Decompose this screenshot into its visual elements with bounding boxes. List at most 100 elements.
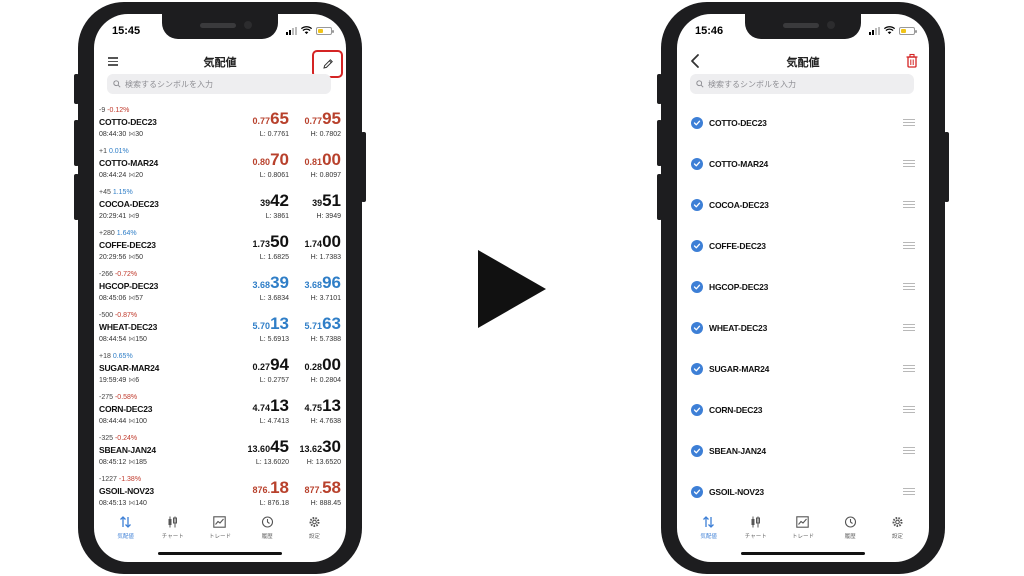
ask-price-small: 39 xyxy=(312,198,323,208)
bid-price-small: 1.73 xyxy=(252,239,271,249)
tab-label: 気配値 xyxy=(700,534,717,540)
edit-list-item[interactable]: COCOA-DEC23 xyxy=(677,185,929,226)
drag-handle-icon[interactable] xyxy=(903,201,915,209)
tab-gear[interactable]: 設定 xyxy=(877,513,917,562)
checkmark-icon[interactable] xyxy=(691,322,703,334)
symbol-name: WHEAT-DEC23 xyxy=(99,322,158,332)
tab-label: 履歴 xyxy=(844,534,856,540)
tab-label: チャート xyxy=(744,534,767,540)
checkmark-icon[interactable] xyxy=(691,199,703,211)
symbol-name: GSOIL-NOV23 xyxy=(99,486,154,496)
drag-handle-icon[interactable] xyxy=(903,447,915,455)
symbol-name: SBEAN-JAN24 xyxy=(99,445,156,455)
tab-quotes-arrows[interactable]: 気配値 xyxy=(106,513,146,562)
ask-price-small: 13.62 xyxy=(299,444,323,454)
edit-list-item[interactable]: GSOIL-NOV23 xyxy=(677,472,929,513)
search-input[interactable]: 検索するシンボルを入力 xyxy=(690,74,914,94)
quote-row[interactable]: +280 1.64% COFFE-DEC23 20:29:56 ⋈50 1.7350 1… xyxy=(94,228,346,269)
ask-price-small: 0.77 xyxy=(304,116,323,126)
tab-quotes-arrows[interactable]: 気配値 xyxy=(689,513,729,562)
drag-handle-icon[interactable] xyxy=(903,365,915,373)
drag-handle-icon[interactable] xyxy=(903,324,915,332)
tick-meta: 08:44:44 ⋈100 xyxy=(99,417,147,425)
checkmark-icon[interactable] xyxy=(691,240,703,252)
drag-handle-icon[interactable] xyxy=(903,119,915,127)
bid-price-small: 0.27 xyxy=(252,362,271,372)
quote-row[interactable]: +18 0.65% SUGAR-MAR24 19:59:49 ⋈6 0.2794 0.2… xyxy=(94,351,346,392)
checkmark-icon[interactable] xyxy=(691,445,703,457)
quote-row[interactable]: +1 0.01% COTTO-MAR24 08:44:24 ⋈20 0.8070 0.8… xyxy=(94,146,346,187)
bid-price: 3.6839 xyxy=(253,274,289,294)
tick-time: 20:29:41 xyxy=(99,213,127,220)
wifi-icon xyxy=(884,26,895,35)
checkmark-icon[interactable] xyxy=(691,486,703,498)
tick-time: 08:44:54 xyxy=(99,336,127,343)
drag-handle-icon[interactable] xyxy=(903,406,915,414)
bid-price: 0.2794 xyxy=(253,356,289,376)
drag-handle-icon[interactable] xyxy=(903,242,915,250)
screen-right: 15:46 気配値 検索するシンボルを入力 COTTO-DEC23 COTTO-M… xyxy=(677,14,929,562)
status-time: 15:45 xyxy=(112,25,141,37)
checkmark-icon[interactable] xyxy=(691,363,703,375)
edit-list-item[interactable]: COTTO-DEC23 xyxy=(677,103,929,144)
edit-list-item[interactable]: CORN-DEC23 xyxy=(677,390,929,431)
symbol-name: SUGAR-MAR24 xyxy=(99,363,160,373)
search-input[interactable]: 検索するシンボルを入力 xyxy=(107,74,331,94)
tick-meta: 08:44:24 ⋈20 xyxy=(99,171,143,179)
quote-row[interactable]: -266 -0.72% HGCOP-DEC23 08:45:06 ⋈57 3.6839… xyxy=(94,269,346,310)
ask-price-small: 0.81 xyxy=(304,157,323,167)
mute-switch xyxy=(657,74,662,104)
tick-meta: 08:45:06 ⋈57 xyxy=(99,294,143,302)
change-percent: -0.12% xyxy=(107,107,130,114)
tab-gear[interactable]: 設定 xyxy=(294,513,334,562)
symbol-name: COTTO-MAR24 xyxy=(99,158,159,168)
bid-price-big: 94 xyxy=(270,355,289,374)
quote-row[interactable]: -275 -0.58% CORN-DEC23 08:44:44 ⋈100 4.7413… xyxy=(94,392,346,433)
tick-volume: 140 xyxy=(135,500,147,507)
change-line: +18 0.65% xyxy=(99,353,133,360)
change-value: -325 xyxy=(99,435,114,442)
tick-meta: 19:59:49 ⋈6 xyxy=(99,376,139,384)
low-value: L: 5.6913 xyxy=(259,336,289,343)
edit-list-item[interactable]: SBEAN-JAN24 xyxy=(677,431,929,472)
tick-meta: 08:45:13 ⋈140 xyxy=(99,499,147,507)
checkmark-icon[interactable] xyxy=(691,404,703,416)
search-placeholder: 検索するシンボルを入力 xyxy=(708,79,796,89)
bid-price-small: 876. xyxy=(252,485,271,495)
edit-list-item[interactable]: SUGAR-MAR24 xyxy=(677,349,929,390)
checkmark-icon[interactable] xyxy=(691,281,703,293)
ask-price-big: 00 xyxy=(322,355,341,374)
checkmark-icon[interactable] xyxy=(691,158,703,170)
quote-row[interactable]: -500 -0.87% WHEAT-DEC23 08:44:54 ⋈150 5.701… xyxy=(94,310,346,351)
home-indicator xyxy=(158,552,282,555)
drag-handle-icon[interactable] xyxy=(903,488,915,496)
quote-row[interactable]: +45 1.15% COCOA-DEC23 20:29:41 ⋈9 3942 3951 L… xyxy=(94,187,346,228)
gear-icon xyxy=(890,515,904,529)
quote-row[interactable]: -325 -0.24% SBEAN-JAN24 08:45:12 ⋈185 13.60… xyxy=(94,433,346,474)
bid-price-small: 4.74 xyxy=(252,403,271,413)
drag-handle-icon[interactable] xyxy=(903,283,915,291)
ask-price-small: 0.28 xyxy=(304,362,323,372)
ask-price-big: 96 xyxy=(322,273,341,292)
ask-price: 3.6896 xyxy=(305,274,341,294)
checkmark-icon[interactable] xyxy=(691,117,703,129)
change-line: +280 1.64% xyxy=(99,230,137,237)
trash-icon[interactable] xyxy=(905,53,919,69)
volume-icon: ⋈ xyxy=(126,213,136,220)
edit-list-item[interactable]: COTTO-MAR24 xyxy=(677,144,929,185)
tick-time: 08:45:12 xyxy=(99,459,127,466)
quote-row[interactable]: -1227 -1.38% GSOIL-NOV23 08:45:13 ⋈140 876.… xyxy=(94,474,346,515)
edit-list-item[interactable]: HGCOP-DEC23 xyxy=(677,267,929,308)
bid-price: 1.7350 xyxy=(253,233,289,253)
edit-list-item[interactable]: WHEAT-DEC23 xyxy=(677,308,929,349)
volume-icon: ⋈ xyxy=(126,254,136,261)
quote-row[interactable]: -9 -0.12% COTTO-DEC23 08:44:30 ⋈30 0.7765 0.… xyxy=(94,105,346,146)
ask-price-small: 1.74 xyxy=(304,239,323,249)
tick-meta: 20:29:41 ⋈9 xyxy=(99,212,139,220)
change-value: +18 xyxy=(99,353,111,360)
bid-price-big: 39 xyxy=(270,273,289,292)
drag-handle-icon[interactable] xyxy=(903,160,915,168)
edit-list-item[interactable]: COFFE-DEC23 xyxy=(677,226,929,267)
ask-price-big: 13 xyxy=(322,396,341,415)
notch xyxy=(745,14,861,39)
